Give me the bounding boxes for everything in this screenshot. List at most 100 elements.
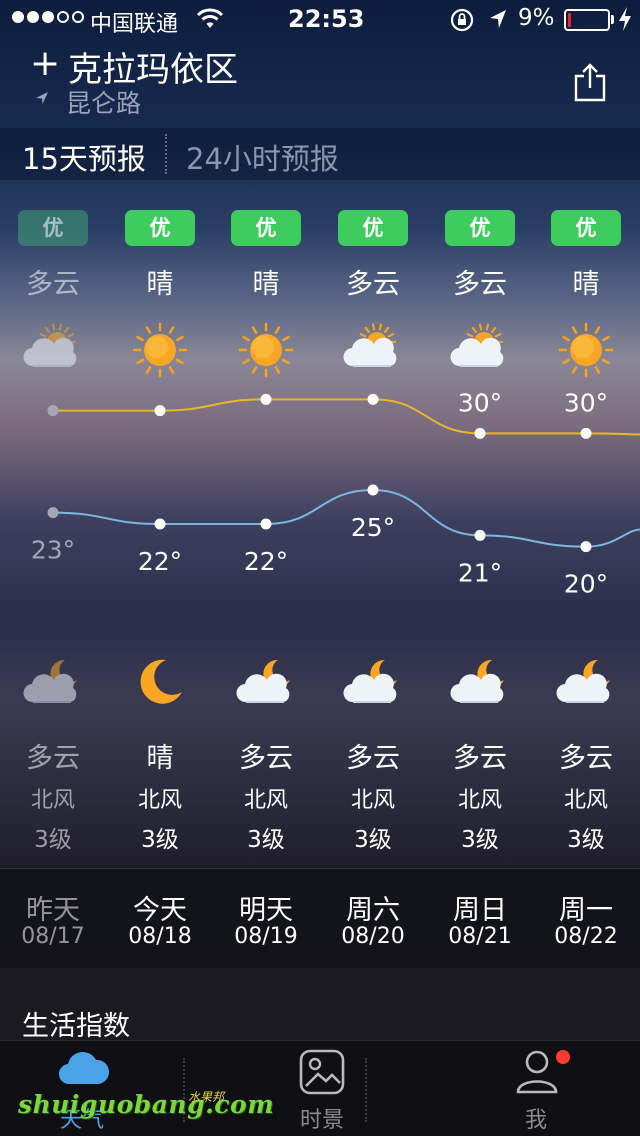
signal-dot bbox=[12, 11, 24, 23]
tab-me-label[interactable]: 我 bbox=[476, 1102, 596, 1134]
cloudy-moon-icon bbox=[536, 652, 636, 712]
low-temp-point bbox=[154, 518, 166, 530]
low-temp-label: 22° bbox=[244, 547, 288, 576]
high-temp-label: 32° bbox=[31, 390, 75, 395]
high-temp-point bbox=[47, 405, 59, 417]
night-condition: 多云 bbox=[453, 743, 507, 774]
wind-level: 3级 bbox=[247, 827, 285, 853]
battery-percent: 9% bbox=[518, 5, 555, 31]
day-name[interactable]: 明天 bbox=[216, 888, 316, 927]
wind-level: 3级 bbox=[141, 827, 179, 853]
charging-bolt-icon bbox=[619, 7, 631, 31]
tab-15-day-forecast[interactable]: 15天预报 bbox=[22, 136, 146, 178]
sun-icon bbox=[216, 320, 316, 380]
day-name[interactable]: 周日 bbox=[430, 888, 530, 927]
aqi-badge[interactable]: 优 bbox=[231, 210, 301, 246]
high-temp-point bbox=[367, 393, 379, 405]
cloud-icon bbox=[58, 1051, 110, 1085]
low-temp-line bbox=[52, 488, 640, 548]
watermark-sub: 水果邦 bbox=[188, 1090, 225, 1104]
sun-icon bbox=[110, 320, 210, 380]
low-temp-label: 20° bbox=[564, 570, 608, 599]
sun-icon bbox=[536, 320, 636, 380]
tab-scenery-label[interactable]: 时景 bbox=[262, 1102, 382, 1134]
moon-icon bbox=[110, 652, 210, 712]
high-temp-label: 30° bbox=[564, 390, 608, 417]
low-temp-label: 22° bbox=[138, 547, 182, 576]
low-temp-point bbox=[580, 541, 592, 553]
share-icon[interactable] bbox=[572, 62, 608, 102]
high-temp-point bbox=[260, 393, 272, 405]
day-date: 08/19 bbox=[234, 924, 298, 949]
signal-dot bbox=[72, 11, 84, 23]
wind-level: 3级 bbox=[461, 827, 499, 853]
day-date: 08/18 bbox=[128, 924, 192, 949]
day-condition: 晴 bbox=[252, 269, 280, 300]
day-condition: 晴 bbox=[146, 269, 174, 300]
night-condition: 多云 bbox=[26, 743, 80, 774]
signal-dot bbox=[42, 11, 54, 23]
watermark: shuiguobang.com bbox=[18, 1090, 275, 1119]
day-name[interactable]: 昨天 bbox=[3, 888, 103, 927]
high-temp-label: 32° bbox=[138, 390, 182, 395]
battery-icon bbox=[564, 9, 610, 31]
aqi-badge[interactable]: 优 bbox=[338, 210, 408, 246]
tab-divider bbox=[165, 134, 167, 174]
day-condition: 多云 bbox=[346, 269, 400, 300]
day-name[interactable]: 周六 bbox=[323, 888, 423, 927]
day-name[interactable]: 今天 bbox=[110, 888, 210, 927]
low-temp-point bbox=[260, 518, 272, 530]
battery-tip bbox=[611, 15, 614, 24]
high-temp-label: 30° bbox=[458, 390, 502, 417]
high-temp-point bbox=[154, 405, 166, 417]
signal-dot bbox=[57, 11, 69, 23]
low-temp-point bbox=[367, 484, 379, 496]
day-condition: 多云 bbox=[26, 269, 80, 300]
low-temp-label: 25° bbox=[351, 513, 395, 542]
wind-level: 3级 bbox=[34, 827, 72, 853]
high-temp-line bbox=[53, 398, 640, 436]
temperature-chart: 32°32°33°33°30°30°23°22°22°25°21°20° bbox=[31, 390, 640, 599]
location-arrow-icon bbox=[490, 10, 506, 28]
rotation-lock-icon bbox=[450, 8, 474, 32]
street-name: 昆仑路 bbox=[66, 89, 142, 118]
tab-scenery[interactable] bbox=[298, 1048, 346, 1100]
wind-direction: 北风 bbox=[350, 788, 395, 813]
cloudy-moon-icon bbox=[3, 652, 103, 712]
partly-cloudy-icon bbox=[430, 320, 530, 380]
night-condition: 多云 bbox=[346, 743, 400, 774]
tab-me[interactable] bbox=[515, 1046, 559, 1100]
day-date: 08/17 bbox=[21, 924, 85, 949]
aqi-badge[interactable]: 优 bbox=[125, 210, 195, 246]
low-temp-label: 23° bbox=[31, 536, 75, 565]
aqi-badge[interactable]: 优 bbox=[445, 210, 515, 246]
aqi-badge[interactable]: 优 bbox=[18, 210, 88, 246]
low-temp-label: 21° bbox=[458, 558, 502, 587]
aqi-badge[interactable]: 优 bbox=[551, 210, 621, 246]
day-date: 08/21 bbox=[448, 924, 512, 949]
wifi-icon bbox=[196, 8, 224, 28]
person-icon bbox=[516, 1050, 558, 1094]
low-temp-point bbox=[47, 507, 59, 519]
clock: 22:53 bbox=[288, 5, 365, 33]
notification-badge bbox=[556, 1050, 570, 1064]
carrier-label: 中国联通 bbox=[90, 12, 179, 37]
day-condition: 晴 bbox=[572, 269, 600, 300]
day-date: 08/20 bbox=[341, 924, 405, 949]
wind-level: 3级 bbox=[354, 827, 392, 853]
location-icon bbox=[36, 92, 48, 104]
life-index-title[interactable]: 生活指数 bbox=[22, 1004, 130, 1043]
day-name[interactable]: 周一 bbox=[536, 888, 636, 927]
signal-strength-icon bbox=[12, 11, 84, 23]
battery-level bbox=[568, 13, 572, 27]
tab-24-hour-forecast[interactable]: 24小时预报 bbox=[186, 136, 339, 178]
wind-direction: 北风 bbox=[563, 788, 608, 813]
wind-level: 3级 bbox=[567, 827, 605, 853]
high-temp-point bbox=[474, 427, 486, 439]
add-city-button[interactable]: + bbox=[30, 44, 60, 84]
cloudy-moon-icon bbox=[323, 652, 423, 712]
night-condition: 多云 bbox=[559, 743, 613, 774]
cloudy-moon-icon bbox=[430, 652, 530, 712]
wind-direction: 北风 bbox=[30, 788, 75, 813]
day-condition: 多云 bbox=[453, 269, 507, 300]
